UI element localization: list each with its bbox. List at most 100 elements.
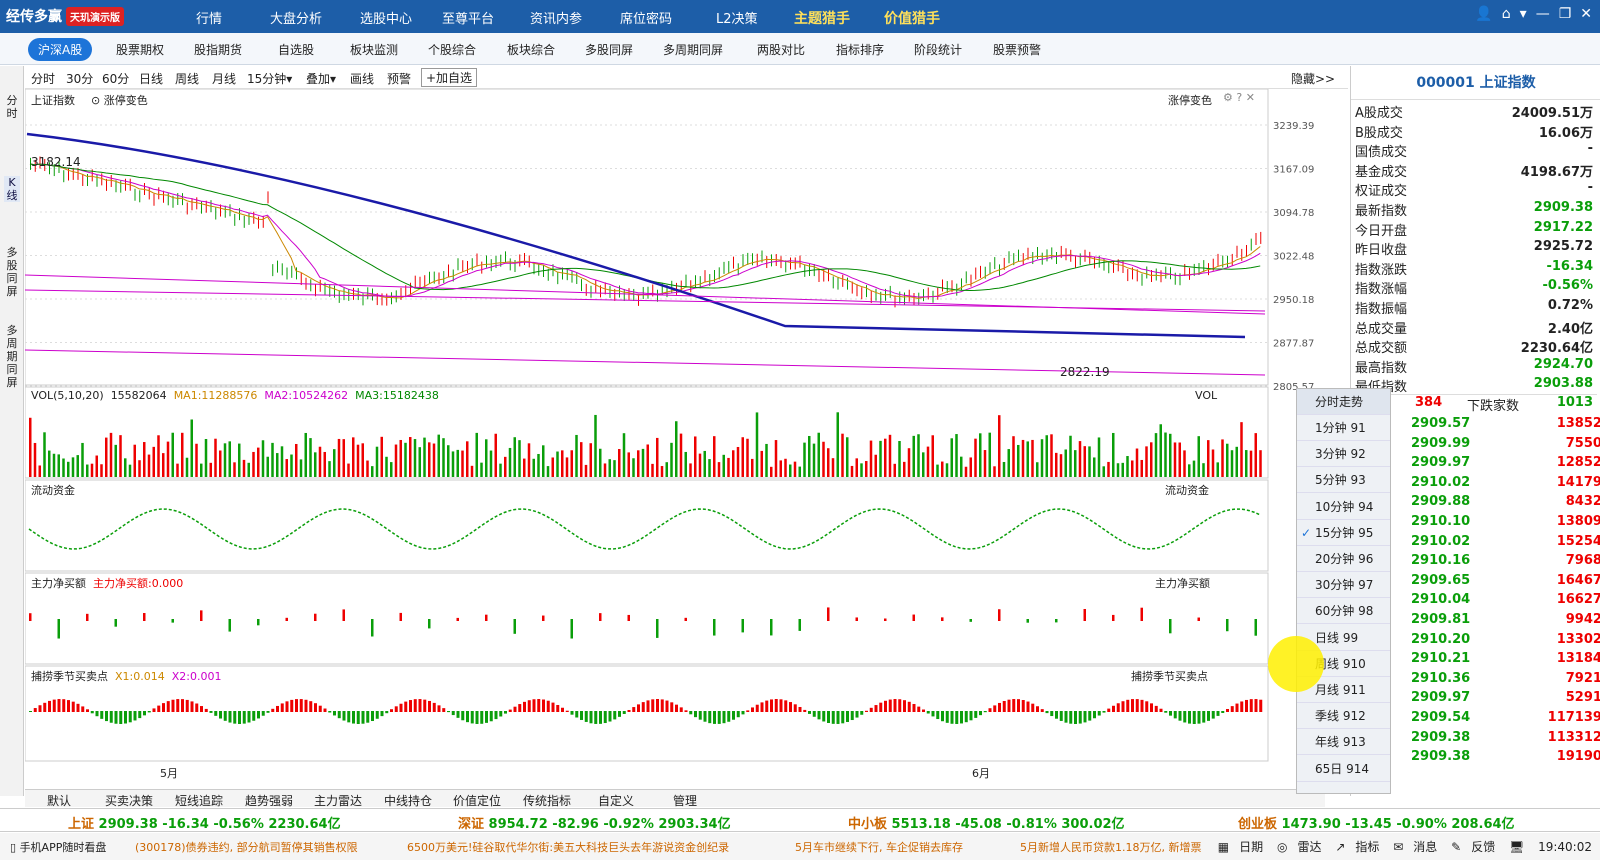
ticker-item[interactable]: (300178)债券违约, 部分航司暂停其销售权限	[135, 839, 358, 855]
subnav-a-shares[interactable]: 沪深A股	[28, 38, 93, 61]
subnav-sector-overview[interactable]: 板块综合	[507, 41, 555, 58]
tab-value-position[interactable]: 价值定位	[453, 792, 501, 809]
nav-market[interactable]: 行情	[196, 8, 222, 27]
tb-60min[interactable]: 60分	[102, 70, 129, 87]
calendar-button[interactable]: ▦ 日期	[1218, 840, 1263, 854]
volume-bar	[195, 443, 198, 477]
radar-button[interactable]: ◎ 雷达	[1277, 840, 1322, 854]
sidebar-kline[interactable]: K线	[4, 176, 20, 202]
minimize-icon[interactable]: —	[1536, 6, 1550, 22]
volume-bar	[1211, 449, 1215, 477]
volume-bar	[537, 453, 540, 477]
season-bar	[1040, 709, 1044, 712]
period-option[interactable]: 1分钟 91	[1297, 415, 1390, 441]
nav-broad-analysis[interactable]: 大盘分析	[270, 8, 322, 27]
index-quote[interactable]: 创业板 1473.90 -13.45 -0.90% 208.64亿	[1238, 813, 1515, 832]
subnav-index-futures[interactable]: 股指期货	[194, 41, 242, 58]
trade-row: 2910.21131840	[1411, 651, 1600, 667]
sidebar-multi-stock[interactable]: 多股同屏	[4, 246, 20, 298]
volume-bar	[114, 444, 117, 477]
maximize-icon[interactable]: ❐	[1559, 6, 1572, 22]
season-bar	[755, 704, 759, 712]
sidebar-multi-period[interactable]: 多周期同屏	[4, 324, 20, 389]
ticker-item[interactable]: 5月车市继续下行, 车企促销去库存	[795, 839, 963, 855]
subnav-sector-monitor[interactable]: 板块监测	[350, 41, 398, 58]
tb-15min[interactable]: 15分钟▾	[247, 70, 292, 87]
nav-l2-decision[interactable]: L2决策	[716, 8, 758, 27]
tab-custom[interactable]: 自定义	[598, 792, 634, 809]
volume-bar	[390, 462, 393, 477]
ticker-item[interactable]: 6500万美元!硅谷取代华尔街:美五大科技巨头去年游说资金创纪录	[407, 839, 729, 855]
mobile-app-link[interactable]: ▯ 手机APP随时看盘	[10, 839, 106, 855]
indicator-button[interactable]: ↗ 指标	[1335, 840, 1379, 854]
tab-default[interactable]: 默认	[47, 792, 71, 809]
nav-theme-hunter[interactable]: 主题猎手	[794, 8, 850, 28]
home-icon[interactable]: ⌂	[1502, 6, 1511, 22]
tb-alert[interactable]: 预警	[387, 70, 411, 87]
tab-manage[interactable]: 管理	[673, 792, 697, 809]
tab-buy-sell[interactable]: 买卖决策	[105, 792, 153, 809]
nav-seat-code[interactable]: 席位密码	[620, 8, 672, 27]
tb-30min[interactable]: 30分	[66, 70, 93, 87]
period-option[interactable]: 20分钟 96	[1297, 546, 1390, 572]
period-option[interactable]: 65日 914	[1297, 756, 1390, 782]
index-quote[interactable]: 中小板 5513.18 -45.08 -0.81% 300.02亿	[848, 813, 1125, 832]
subnav-stock-options[interactable]: 股票期权	[116, 41, 164, 58]
tb-daily[interactable]: 日线	[139, 70, 163, 87]
season-bar	[252, 711, 256, 721]
nav-value-hunter[interactable]: 价值猎手	[884, 8, 940, 28]
net-bar	[599, 613, 602, 621]
net-bar	[684, 617, 687, 621]
subnav-stock-alerts[interactable]: 股票预警	[993, 41, 1041, 58]
tb-overlay[interactable]: 叠加▾	[306, 70, 336, 87]
period-option[interactable]: 10分钟 94	[1297, 494, 1390, 520]
tab-short-track[interactable]: 短线追踪	[175, 792, 223, 809]
tb-monthly[interactable]: 月线	[212, 70, 236, 87]
message-button[interactable]: ✉ 消息	[1393, 840, 1437, 854]
period-option[interactable]: 60分钟 98	[1297, 598, 1390, 625]
volume-bar	[941, 461, 944, 477]
feedback-button[interactable]: ✎ 反馈	[1451, 840, 1495, 854]
subnav-stock-overview[interactable]: 个股综合	[428, 41, 476, 58]
subnav-compare[interactable]: 两股对比	[757, 41, 805, 58]
ticker-item[interactable]: 5月新增人民币贷款1.18万亿, 新增票	[1020, 839, 1201, 855]
subnav-stage-stats[interactable]: 阶段统计	[914, 41, 962, 58]
subnav-watchlist[interactable]: 自选股	[278, 41, 314, 58]
index-quote[interactable]: 上证 2909.38 -16.34 -0.56% 2230.64亿	[68, 813, 341, 832]
period-menu-header[interactable]: 分时走势	[1297, 389, 1390, 415]
nav-stock-picking[interactable]: 选股中心	[360, 8, 412, 27]
tb-intraday[interactable]: 分时	[31, 70, 55, 87]
season-bar	[48, 700, 51, 712]
tb-weekly[interactable]: 周线	[175, 70, 199, 87]
tab-trend-strength[interactable]: 趋势强弱	[245, 792, 293, 809]
add-watchlist-button[interactable]: +加自选	[421, 68, 478, 87]
hide-panel-button[interactable]: 隐藏>>	[1291, 70, 1335, 87]
tab-main-radar[interactable]: 主力雷达	[314, 792, 362, 809]
index-quote[interactable]: 深证 8954.72 -82.96 -0.92% 2903.34亿	[458, 813, 731, 832]
limit-color-dropdown[interactable]: ⊙ 涨停变色	[91, 92, 148, 108]
subnav-multi-period[interactable]: 多周期同屏	[663, 41, 723, 58]
tb-draw[interactable]: 画线	[350, 70, 374, 87]
season-bar	[1017, 699, 1020, 712]
period-option[interactable]: 季线 912	[1297, 703, 1390, 730]
period-option[interactable]: 5分钟 93	[1297, 467, 1390, 494]
updown-row: 家数 384 下跌家数 1013	[1351, 394, 1597, 414]
period-option[interactable]: 3分钟 92	[1297, 441, 1390, 468]
volume-bar	[1002, 461, 1006, 477]
tab-traditional[interactable]: 传统指标	[523, 792, 571, 809]
tab-mid-hold[interactable]: 中线持仓	[384, 792, 432, 809]
subnav-indicator-sort[interactable]: 指标排序	[836, 41, 884, 58]
nav-news[interactable]: 资讯内参	[530, 8, 582, 27]
season-bar	[1178, 711, 1182, 721]
nav-supreme-platform[interactable]: 至尊平台	[442, 8, 494, 27]
close-icon[interactable]: ✕	[1580, 6, 1592, 22]
net-bar	[285, 617, 288, 621]
dropdown-icon[interactable]: ▾	[1520, 6, 1527, 22]
main-chart-settings-icons[interactable]: ⚙ ? ✕	[1223, 91, 1255, 104]
user-icon[interactable]: 👤	[1475, 6, 1492, 22]
period-option[interactable]: 30分钟 97	[1297, 572, 1390, 599]
subnav-multi-stock[interactable]: 多股同屏	[585, 41, 633, 58]
period-option[interactable]: 15分钟 95	[1297, 520, 1390, 546]
period-option[interactable]: 年线 913	[1297, 729, 1390, 756]
sidebar-intraday[interactable]: 分时	[4, 94, 20, 120]
